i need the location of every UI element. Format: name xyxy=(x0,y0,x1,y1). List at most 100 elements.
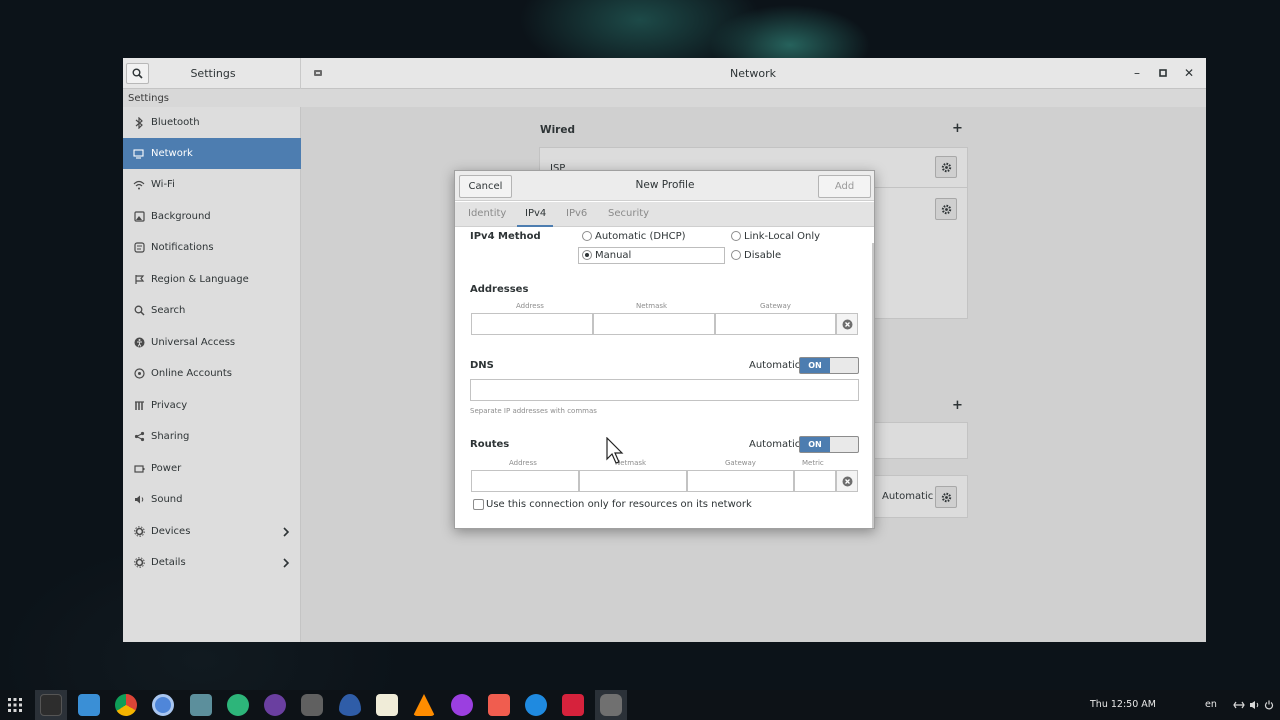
switch-on-label: ON xyxy=(800,437,830,452)
gear-icon xyxy=(941,492,951,502)
volume-icon[interactable] xyxy=(1249,700,1260,710)
plus-icon: + xyxy=(952,398,963,413)
sidebar-item-label: Background xyxy=(151,211,211,222)
profile-settings-button[interactable] xyxy=(935,156,957,178)
sidebar-item-bluetooth[interactable]: Bluetooth xyxy=(123,107,301,138)
sidebar-item-label: Sharing xyxy=(151,431,190,442)
tab-identity[interactable]: Identity xyxy=(468,208,506,219)
proxy-settings-button[interactable] xyxy=(935,486,957,508)
tor-icon[interactable] xyxy=(264,694,286,716)
clear-icon xyxy=(842,319,852,329)
sidebar-item-universal-access[interactable]: Universal Access xyxy=(123,327,301,358)
clock[interactable]: Thu 12:50 AM xyxy=(1090,699,1156,710)
network-tray-icon[interactable] xyxy=(1233,700,1245,710)
vlc-icon[interactable] xyxy=(413,694,435,716)
maximize-button[interactable] xyxy=(1156,66,1170,80)
only-resources-label: Use this connection only for resources o… xyxy=(486,499,752,510)
sidebar: Bluetooth Network Wi-Fi Background Notif… xyxy=(123,107,301,642)
notifications-icon xyxy=(133,242,145,254)
route-gateway-column-header: Gateway xyxy=(725,459,756,467)
power-tray-icon[interactable] xyxy=(1264,700,1274,710)
app-grid-button[interactable] xyxy=(8,698,22,712)
sidebar-item-notifications[interactable]: Notifications xyxy=(123,232,301,263)
wired-section-title: Wired xyxy=(540,124,575,136)
chrome-icon[interactable] xyxy=(115,694,137,716)
terminal-icon[interactable] xyxy=(40,694,62,716)
only-resources-checkbox[interactable] xyxy=(473,499,484,510)
subheader: Settings xyxy=(123,89,1206,107)
gear-icon xyxy=(941,204,951,214)
tab-ipv4[interactable]: IPv4 xyxy=(525,208,546,219)
sidebar-item-privacy[interactable]: Privacy xyxy=(123,390,301,421)
profile-settings-button[interactable] xyxy=(935,198,957,220)
minimize-button[interactable]: – xyxy=(1130,66,1144,80)
sidebar-item-wifi[interactable]: Wi-Fi xyxy=(123,169,301,200)
close-button[interactable]: ✕ xyxy=(1182,66,1196,80)
settings-active-icon[interactable] xyxy=(600,694,622,716)
music-icon[interactable] xyxy=(451,694,473,716)
radio-link-local-label: Link-Local Only xyxy=(744,231,821,242)
sidebar-item-power[interactable]: Power xyxy=(123,453,301,484)
gateway-input[interactable] xyxy=(715,313,836,335)
netmask-column-header: Netmask xyxy=(636,302,668,310)
add-wired-button[interactable]: + xyxy=(952,121,963,136)
add-connection-button[interactable]: + xyxy=(952,398,963,413)
dns-input[interactable] xyxy=(470,379,859,401)
settings-icon[interactable] xyxy=(301,694,323,716)
remove-route-button[interactable] xyxy=(836,470,858,492)
minimize-icon: – xyxy=(1134,66,1140,80)
sidebar-item-label: Region & Language xyxy=(151,274,249,285)
route-netmask-input[interactable] xyxy=(579,470,687,492)
radio-disable[interactable] xyxy=(731,250,741,260)
routes-title: Routes xyxy=(470,439,510,450)
sidebar-item-background[interactable]: Background xyxy=(123,201,301,232)
ipv4-method-label: IPv4 Method xyxy=(470,231,541,242)
tab-security[interactable]: Security xyxy=(608,208,649,219)
firefox-icon[interactable] xyxy=(525,694,547,716)
sidebar-item-online-accounts[interactable]: Online Accounts xyxy=(123,358,301,389)
radio-link-local[interactable] xyxy=(731,231,741,241)
route-gateway-input[interactable] xyxy=(687,470,794,492)
switch-on-label: ON xyxy=(800,358,830,373)
sidebar-item-network[interactable]: Network xyxy=(123,138,301,169)
sidebar-item-label: Online Accounts xyxy=(151,368,233,379)
scrollbar[interactable] xyxy=(872,243,874,528)
recorder-icon[interactable] xyxy=(562,694,584,716)
address-input[interactable] xyxy=(471,313,593,335)
radio-automatic-dhcp[interactable] xyxy=(582,231,592,241)
remove-address-button[interactable] xyxy=(836,313,858,335)
sidebar-item-search[interactable]: Search xyxy=(123,295,301,326)
chromium-icon[interactable] xyxy=(152,694,174,716)
dns-title: DNS xyxy=(470,360,494,371)
proxy-status: Automatic xyxy=(882,491,934,502)
files-icon[interactable] xyxy=(78,694,100,716)
screenshot-icon[interactable] xyxy=(488,694,510,716)
tab-ipv6[interactable]: IPv6 xyxy=(566,208,587,219)
sidebar-title: Settings xyxy=(190,67,236,80)
sidebar-item-sound[interactable]: Sound xyxy=(123,484,301,515)
dialog-header: Cancel New Profile Add xyxy=(455,171,874,201)
sidebar-item-details[interactable]: Details xyxy=(123,547,301,578)
sidebar-item-devices[interactable]: Devices xyxy=(123,516,301,547)
water-icon[interactable] xyxy=(339,694,361,716)
add-button[interactable]: Add xyxy=(818,175,871,198)
routes-automatic-switch[interactable]: ON xyxy=(799,436,859,453)
notes-icon[interactable] xyxy=(376,694,398,716)
chat-icon[interactable] xyxy=(227,694,249,716)
universal-access-icon xyxy=(133,337,145,349)
radio-manual[interactable] xyxy=(582,250,592,260)
app-grid-icon xyxy=(8,698,22,712)
route-address-input[interactable] xyxy=(471,470,579,492)
sidebar-item-region-language[interactable]: Region & Language xyxy=(123,264,301,295)
maximize-icon xyxy=(1159,69,1167,77)
netmask-input[interactable] xyxy=(593,313,715,335)
keyboard-layout[interactable]: en xyxy=(1205,699,1217,710)
mouse-cursor xyxy=(606,437,624,464)
sidebar-item-sharing[interactable]: Sharing xyxy=(123,421,301,452)
route-metric-input[interactable] xyxy=(794,470,836,492)
dns-automatic-switch[interactable]: ON xyxy=(799,357,859,374)
search-button[interactable] xyxy=(126,63,149,84)
cancel-button[interactable]: Cancel xyxy=(459,175,512,198)
window-title: Network xyxy=(730,67,776,80)
visual-studio-icon[interactable] xyxy=(190,694,212,716)
